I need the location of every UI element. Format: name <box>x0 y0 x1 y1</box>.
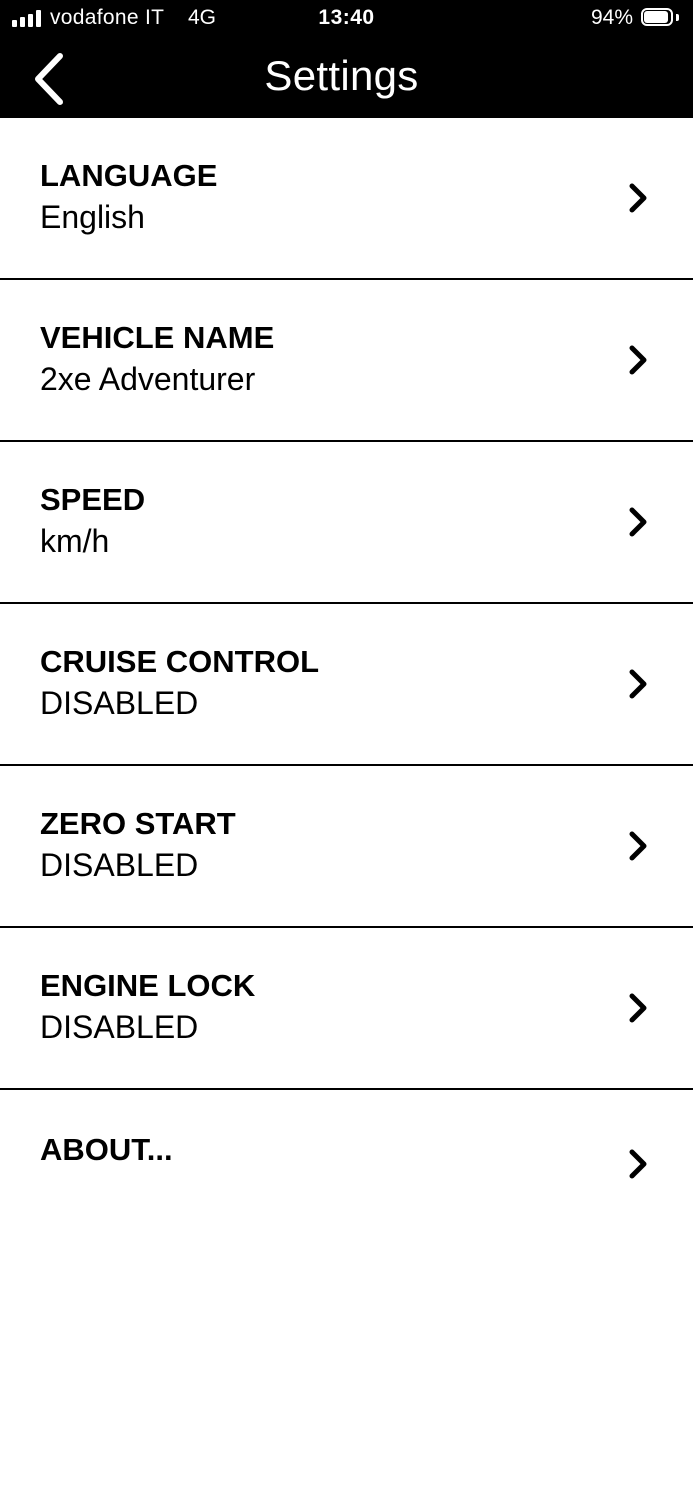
settings-item-engine-lock[interactable]: ENGINE LOCK DISABLED <box>0 928 693 1090</box>
page-title: Settings <box>264 52 419 99</box>
settings-list: LANGUAGE English VEHICLE NAME 2xe Advent… <box>0 118 693 1252</box>
setting-value: DISABLED <box>40 1009 199 1045</box>
setting-label: VEHICLE NAME <box>40 320 275 355</box>
nav-header: Settings <box>0 38 693 118</box>
setting-label: LANGUAGE <box>40 158 218 193</box>
setting-label: ZERO START <box>40 806 236 841</box>
battery-percent: 94% <box>590 6 633 29</box>
setting-value: km/h <box>40 523 110 559</box>
setting-value: English <box>40 199 145 235</box>
settings-item-about[interactable]: ABOUT... <box>0 1090 693 1252</box>
chevron-right-icon <box>629 507 647 537</box>
chevron-right-icon <box>629 669 647 699</box>
setting-value: DISABLED <box>40 685 199 721</box>
status-bar: vodafone IT 4G 13:40 94% <box>0 0 693 38</box>
setting-label: CRUISE CONTROL <box>40 644 319 679</box>
setting-label: ENGINE LOCK <box>40 968 256 1003</box>
settings-item-zero-start[interactable]: ZERO START DISABLED <box>0 766 693 928</box>
settings-item-cruise-control[interactable]: CRUISE CONTROL DISABLED <box>0 604 693 766</box>
settings-item-language[interactable]: LANGUAGE English <box>0 118 693 280</box>
chevron-right-icon <box>629 183 647 213</box>
chevron-right-icon <box>629 345 647 375</box>
status-time: 13:40 <box>318 6 375 29</box>
chevron-right-icon <box>629 993 647 1023</box>
settings-item-speed[interactable]: SPEED km/h <box>0 442 693 604</box>
top-bar: vodafone IT 4G 13:40 94% Settings <box>0 0 693 118</box>
setting-label: SPEED <box>40 482 146 517</box>
setting-label: ABOUT... <box>40 1132 173 1167</box>
battery-icon <box>641 8 679 28</box>
setting-value: 2xe Adventurer <box>40 361 256 397</box>
settings-item-vehicle-name[interactable]: VEHICLE NAME 2xe Adventurer <box>0 280 693 442</box>
setting-value: DISABLED <box>40 847 199 883</box>
chevron-right-icon <box>629 1149 647 1179</box>
chevron-right-icon <box>629 831 647 861</box>
